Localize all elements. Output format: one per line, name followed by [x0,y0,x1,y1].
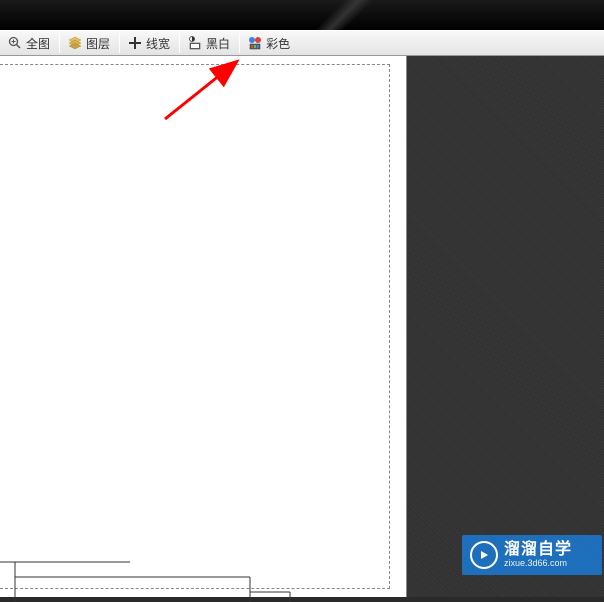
title-bar [0,0,604,30]
toolbar-button-label: 彩色 [266,35,290,52]
zoom-all-button[interactable]: 全图 [2,32,57,54]
layers-button[interactable]: 图层 [62,32,117,54]
play-icon [470,541,498,569]
watermark: 溜溜自学 zixue.3d66.com [462,535,602,575]
line-width-icon [127,35,143,51]
page-boundary [0,64,390,589]
separator [119,33,120,53]
main-area [0,56,604,597]
separator [239,33,240,53]
blackwhite-icon [187,35,203,51]
toolbar: 全图 图层 线宽 [0,30,604,56]
layers-icon [67,35,83,51]
separator [179,33,180,53]
toolbar-button-label: 全图 [26,35,50,52]
line-width-button[interactable]: 线宽 [122,32,177,54]
watermark-sub-text: zixue.3d66.com [504,559,572,569]
toolbar-button-label: 图层 [86,35,110,52]
side-panel [407,56,604,597]
drawing-content [0,532,300,602]
zoom-all-icon [7,35,23,51]
watermark-main-text: 溜溜自学 [504,541,572,559]
blackwhite-button[interactable]: 黑白 [182,32,237,54]
canvas-area[interactable] [0,56,407,597]
toolbar-button-label: 黑白 [206,35,230,52]
toolbar-button-label: 线宽 [146,35,170,52]
color-icon [247,35,263,51]
separator [59,33,60,53]
color-button[interactable]: 彩色 [242,32,297,54]
watermark-text: 溜溜自学 zixue.3d66.com [504,541,572,568]
